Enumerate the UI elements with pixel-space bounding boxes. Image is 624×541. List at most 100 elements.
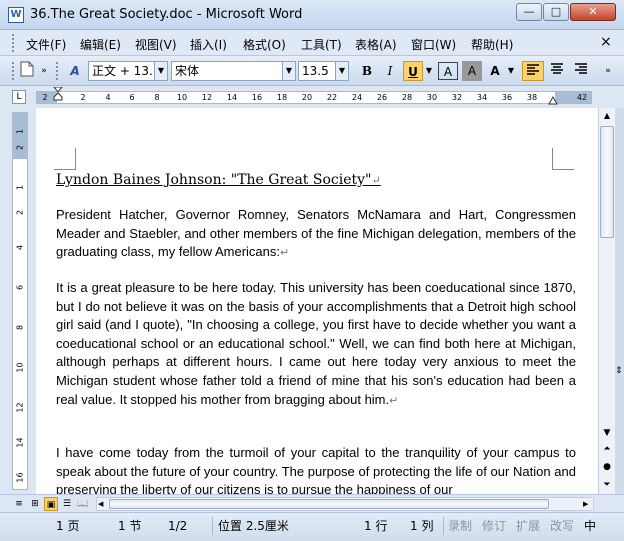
highlight-chevron-down-icon[interactable]: ▼ — [506, 61, 516, 81]
align-center-button[interactable] — [546, 61, 568, 81]
ruler-tick: 34 — [476, 93, 488, 102]
paragraph-3[interactable]: I have come today from the turmoil of yo… — [56, 444, 576, 494]
status-line: 1 行 — [364, 519, 388, 533]
print-layout-view-icon[interactable]: ▣ — [44, 497, 58, 511]
status-language[interactable]: 中 — [584, 517, 596, 535]
next-page-icon[interactable]: ⏷ — [599, 478, 615, 492]
status-overtype[interactable]: 改写 — [550, 517, 574, 535]
word-app-icon[interactable]: W — [8, 7, 24, 23]
scroll-left-arrow-icon[interactable]: ◀ — [98, 498, 103, 510]
ruler-tick: 8 — [154, 93, 160, 102]
ruler-tick: 6 — [15, 284, 25, 291]
toolbar-overflow-chevron-icon[interactable]: » — [600, 61, 616, 81]
bold-button[interactable]: B — [357, 61, 377, 81]
horizontal-scrollbar[interactable]: ◀ ▶ — [96, 497, 594, 511]
chevron-down-icon[interactable]: ▼ — [335, 62, 348, 80]
status-page-of: 1/2 — [168, 519, 188, 533]
ruler-tick: 24 — [351, 93, 363, 102]
split-handle-icon[interactable]: ⇕ — [615, 366, 624, 382]
menu-insert[interactable]: 插入(I) — [190, 36, 227, 53]
chevron-down-icon[interactable]: ▼ — [282, 62, 295, 80]
paragraph-2-text: It is a great pleasure to be here today.… — [56, 280, 576, 407]
menu-view[interactable]: 视图(V) — [135, 36, 177, 53]
ruler-tick: 28 — [401, 93, 413, 102]
menu-window[interactable]: 窗口(W) — [411, 36, 456, 53]
font-select-value: 宋体 — [175, 64, 200, 78]
character-border-button[interactable]: A — [438, 62, 458, 80]
styles-and-formatting-icon[interactable]: A — [64, 61, 86, 81]
horizontal-scroll-thumb[interactable] — [109, 499, 549, 509]
margin-corner-mark-left — [54, 148, 76, 170]
ruler-tick: 18 — [276, 93, 288, 102]
right-indent-marker-icon[interactable] — [548, 94, 558, 105]
toolbar-options-chevron-icon[interactable]: » — [38, 61, 50, 81]
vertical-scroll-thumb[interactable] — [600, 126, 614, 238]
ruler-tick: 36 — [501, 93, 513, 102]
menu-help[interactable]: 帮助(H) — [471, 36, 513, 53]
scroll-right-arrow-icon[interactable]: ▶ — [583, 498, 588, 510]
menu-format[interactable]: 格式(O) — [243, 36, 286, 53]
document-page[interactable]: Lyndon Baines Johnson: "The Great Societ… — [36, 108, 598, 494]
menu-tools[interactable]: 工具(T) — [301, 36, 342, 53]
formatting-toolbar: » A 正文 + 13. ▼ 宋体 ▼ 13.5 ▼ B I U ▼ A A A… — [0, 56, 624, 86]
indent-marker-icon[interactable] — [52, 86, 64, 109]
vertical-ruler[interactable]: 1 2 1 2 4 6 8 10 12 14 16 — [12, 112, 28, 490]
document-title-text: Lyndon Baines Johnson: "The Great Societ… — [56, 172, 372, 188]
reading-layout-view-icon[interactable]: 📖 — [76, 497, 90, 511]
menu-grip-handle[interactable] — [12, 34, 15, 52]
normal-view-icon[interactable]: ≡ — [12, 497, 26, 511]
font-size-select[interactable]: 13.5 ▼ — [298, 61, 349, 81]
paragraph-1[interactable]: President Hatcher, Governor Romney, Sena… — [56, 206, 576, 263]
italic-button[interactable]: I — [380, 61, 400, 81]
close-window-button[interactable]: ✕ — [570, 3, 616, 21]
document-title[interactable]: Lyndon Baines Johnson: "The Great Societ… — [56, 172, 381, 188]
ruler-tick: 8 — [15, 324, 25, 331]
character-shading-button[interactable]: A — [462, 61, 482, 81]
outline-view-icon[interactable]: ☰ — [60, 497, 74, 511]
web-layout-view-icon[interactable]: ⊞ — [28, 497, 42, 511]
paragraph-3-text: I have come today from the turmoil of yo… — [56, 445, 576, 494]
font-select[interactable]: 宋体 ▼ — [171, 61, 296, 81]
ruler-tick: 20 — [301, 93, 313, 102]
close-document-button[interactable]: × — [600, 34, 612, 50]
status-extend-selection[interactable]: 扩展 — [516, 517, 540, 535]
new-document-icon[interactable] — [18, 61, 36, 81]
ruler-tick: 14 — [15, 437, 25, 448]
ruler-tick: 2 — [15, 209, 25, 216]
vertical-scrollbar[interactable]: ▲ ▼ ⏶ ● ⏷ — [598, 108, 615, 494]
status-record-macro[interactable]: 录制 — [448, 517, 472, 535]
status-track-changes[interactable]: 修订 — [482, 517, 506, 535]
style-select-value: 正文 + 13. — [92, 64, 153, 78]
menu-file[interactable]: 文件(F) — [26, 36, 66, 53]
underline-chevron-down-icon[interactable]: ▼ — [424, 61, 434, 81]
minimize-button[interactable]: — — [516, 3, 542, 21]
title-bar: W 36.The Great Society.doc - Microsoft W… — [0, 0, 624, 30]
chevron-down-icon[interactable]: ▼ — [154, 62, 167, 80]
align-right-button[interactable] — [570, 61, 592, 81]
align-left-button[interactable] — [522, 61, 544, 81]
ruler-tick: 42 — [576, 93, 588, 102]
menu-table[interactable]: 表格(A) — [355, 36, 397, 53]
ruler-tick: 22 — [326, 93, 338, 102]
status-section: 1 节 — [118, 519, 142, 533]
highlight-button[interactable]: A — [485, 61, 505, 81]
horizontal-ruler[interactable]: 2 2 4 6 8 10 12 14 16 18 20 22 24 26 28 … — [36, 86, 592, 105]
browse-object-icon[interactable]: ● — [599, 460, 615, 474]
scroll-down-arrow-icon[interactable]: ▼ — [599, 426, 615, 440]
ruler-tick: 38 — [526, 93, 538, 102]
toolbar-grip-handle-2[interactable] — [56, 62, 59, 80]
menu-edit[interactable]: 编辑(E) — [80, 36, 121, 53]
tab-selector-button[interactable]: L — [12, 90, 26, 104]
toolbar-grip-handle[interactable] — [12, 62, 15, 80]
scroll-up-arrow-icon[interactable]: ▲ — [599, 108, 615, 124]
paragraph-2[interactable]: It is a great pleasure to be here today.… — [56, 279, 576, 410]
underline-button[interactable]: U — [403, 61, 423, 81]
paragraph-mark: ↵ — [389, 394, 399, 407]
ruler-tick: 4 — [105, 93, 111, 102]
style-select[interactable]: 正文 + 13. ▼ — [88, 61, 168, 81]
paragraph-mark: ↵ — [371, 174, 381, 187]
status-separator — [212, 517, 213, 535]
ruler-tick: 10 — [15, 362, 25, 373]
maximize-button[interactable]: □ — [543, 3, 569, 21]
previous-page-icon[interactable]: ⏶ — [599, 442, 615, 456]
